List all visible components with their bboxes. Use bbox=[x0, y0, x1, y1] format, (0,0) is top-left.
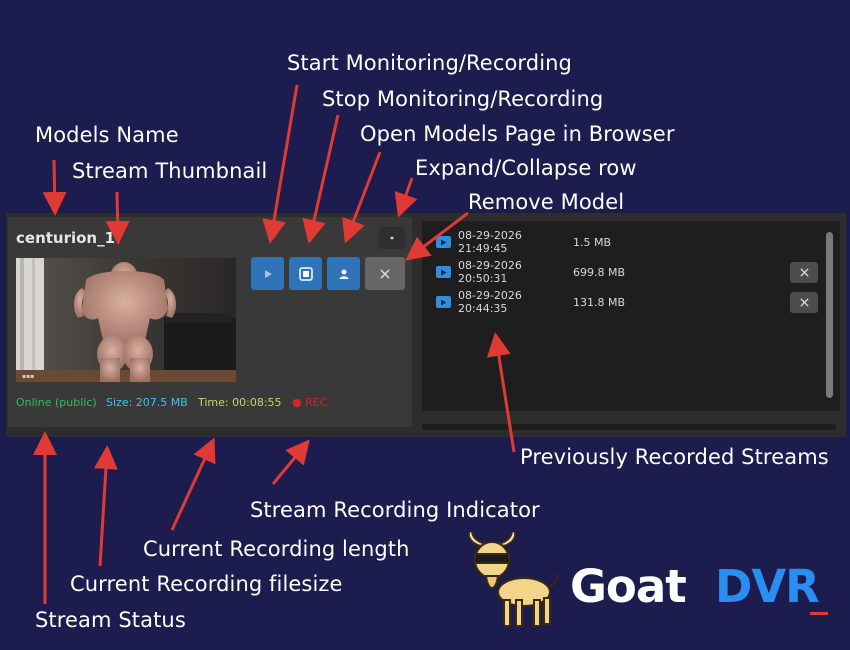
close-icon bbox=[380, 269, 390, 278]
recording-item[interactable]: 08-29-2026 20:44:35 131.8 MB bbox=[436, 289, 626, 315]
stream-thumbnail[interactable]: ▪▪▪ bbox=[16, 258, 236, 382]
remove-model-annotation: Remove Model bbox=[468, 190, 625, 214]
recordings-scrollbar[interactable] bbox=[826, 232, 833, 398]
start-monitoring-annotation: Start Monitoring/Recording bbox=[287, 51, 572, 75]
arrow-models-name bbox=[42, 159, 67, 216]
caret-down-icon bbox=[390, 237, 394, 240]
recording-date: 08-29-2026 20:50:31 bbox=[458, 259, 522, 285]
close-icon bbox=[799, 268, 809, 277]
stream-status-annotation: Stream Status bbox=[35, 608, 186, 632]
arrow-expand bbox=[394, 177, 418, 218]
open-page-annotation: Open Models Page in Browser bbox=[360, 122, 675, 146]
recording-indicator: ● REC bbox=[292, 396, 327, 409]
video-file-icon[interactable] bbox=[436, 296, 451, 308]
stop-monitoring-annotation: Stop Monitoring/Recording bbox=[322, 87, 604, 111]
arrow-filesize bbox=[93, 445, 118, 567]
stop-icon bbox=[298, 266, 313, 281]
arrow-rec-length bbox=[170, 437, 216, 531]
close-icon bbox=[799, 298, 809, 307]
play-icon bbox=[264, 269, 272, 278]
expand-collapse-annotation: Expand/Collapse row bbox=[415, 156, 637, 180]
stop-monitoring-button[interactable] bbox=[289, 257, 322, 290]
recording-size: 131.8 MB bbox=[573, 295, 626, 309]
previously-recorded-annotation: Previously Recorded Streams bbox=[520, 445, 829, 469]
rec-label: REC bbox=[305, 396, 328, 409]
rec-dot-icon: ● bbox=[292, 396, 302, 409]
delete-recording-button[interactable] bbox=[790, 292, 818, 313]
stream-thumbnail-annotation: Stream Thumbnail bbox=[72, 159, 268, 183]
goat-mascot bbox=[467, 532, 559, 627]
start-monitoring-button[interactable] bbox=[251, 257, 284, 290]
recording-filesize-annotation: Current Recording filesize bbox=[70, 572, 343, 596]
recording-size: 699.8 MB bbox=[573, 265, 626, 279]
logo-goat-text: Goat bbox=[570, 560, 687, 613]
person-icon bbox=[339, 269, 348, 279]
models-name-annotation: Models Name bbox=[35, 123, 179, 147]
video-file-icon[interactable] bbox=[436, 236, 451, 248]
svg-text:▪▪▪: ▪▪▪ bbox=[22, 373, 34, 380]
recording-indicator-annotation: Stream Recording Indicator bbox=[250, 498, 540, 522]
thumbnail-image: ▪▪▪ bbox=[16, 258, 236, 382]
recording-filesize: Size: 207.5 MB bbox=[106, 396, 188, 409]
recording-date: 08-29-2026 20:44:35 bbox=[458, 289, 522, 315]
logo-underline bbox=[810, 612, 828, 615]
video-file-icon[interactable] bbox=[436, 266, 451, 278]
recording-item[interactable]: 08-29-2026 20:50:31 699.8 MB bbox=[436, 259, 626, 285]
open-page-button[interactable] bbox=[327, 257, 360, 290]
recording-length-annotation: Current Recording length bbox=[143, 537, 410, 561]
recording-size: 1.5 MB bbox=[573, 235, 612, 249]
recording-length: Time: 00:08:55 bbox=[198, 396, 282, 409]
expand-collapse-button[interactable] bbox=[379, 227, 405, 249]
stream-status: Online (public) bbox=[16, 396, 97, 409]
model-name: centurion_1 bbox=[16, 229, 116, 247]
recording-date: 08-29-2026 21:49:45 bbox=[458, 229, 522, 255]
arrow-rec-indicator bbox=[271, 439, 310, 485]
logo-dvr-text: DVR bbox=[715, 560, 820, 613]
delete-recording-button[interactable] bbox=[790, 262, 818, 283]
remove-model-button[interactable] bbox=[365, 257, 405, 290]
horizontal-scrollbar-track bbox=[422, 424, 836, 430]
recording-item[interactable]: 08-29-2026 21:49:45 1.5 MB bbox=[436, 229, 612, 255]
